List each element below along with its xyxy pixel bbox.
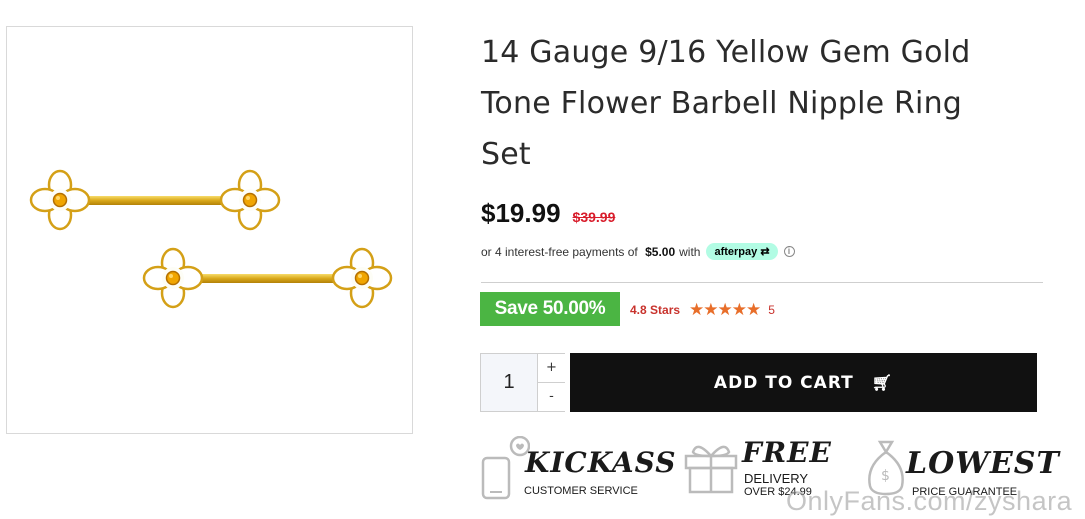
afterpay-suffix: with bbox=[679, 244, 701, 259]
review-count[interactable]: 5 bbox=[768, 303, 775, 317]
shopping-cart-icon: 🛒︎ bbox=[871, 373, 894, 392]
afterpay-prefix: or 4 interest-free payments of bbox=[481, 244, 638, 259]
rating-text: 4.8 Stars bbox=[630, 303, 681, 317]
divider bbox=[481, 282, 1043, 283]
afterpay-logo-text: afterpay bbox=[714, 246, 758, 258]
svg-text:$: $ bbox=[881, 468, 890, 484]
star-rating-icon: ★★★★★ bbox=[689, 300, 761, 319]
trust-script-lowest: LOWEST bbox=[906, 446, 1060, 481]
title-line: Tone Flower Barbell Nipple Ring bbox=[481, 86, 963, 121]
quantity-decrease-button[interactable]: - bbox=[537, 383, 565, 411]
trust-caption: DELIVERY bbox=[744, 471, 809, 486]
trust-script-kickass: KICKASS bbox=[525, 446, 677, 479]
afterpay-logo[interactable]: afterpay ⇄ bbox=[706, 243, 778, 260]
flower-end-bottom-left bbox=[142, 247, 204, 309]
quantity-stepper: 1 + - bbox=[480, 353, 565, 412]
quantity-increase-button[interactable]: + bbox=[537, 354, 565, 383]
add-to-cart-label: ADD TO CART bbox=[713, 372, 854, 393]
product-image[interactable] bbox=[6, 26, 413, 434]
rating-row[interactable]: 4.8 Stars ★★★★★ 5 bbox=[630, 300, 775, 320]
barbell-bar-bottom bbox=[189, 274, 349, 283]
afterpay-info: or 4 interest-free payments of $5.00 wit… bbox=[481, 243, 795, 260]
barbell-jewelry-image bbox=[29, 169, 393, 309]
info-circle-icon[interactable]: i bbox=[783, 246, 795, 257]
trust-badge-customer-service: KICKASS CUSTOMER SERVICE bbox=[480, 436, 675, 506]
barbell-bar-top bbox=[77, 196, 237, 205]
current-price: $19.99 bbox=[481, 198, 561, 228]
watermark: OnlyFans.com/zyshara bbox=[786, 486, 1073, 516]
product-title: 14 Gauge 9/16 Yellow Gem Gold Tone Flowe… bbox=[481, 27, 1041, 180]
quantity-input[interactable]: 1 bbox=[481, 354, 537, 411]
save-badge: Save 50.00% bbox=[480, 292, 620, 326]
phone-heart-icon bbox=[481, 436, 530, 500]
trust-caption: CUSTOMER SERVICE bbox=[524, 485, 638, 497]
flower-end-bottom-right bbox=[331, 247, 393, 309]
price-row: $19.99 $39.99 bbox=[481, 198, 615, 229]
title-line: 14 Gauge 9/16 Yellow Gem Gold bbox=[481, 35, 971, 70]
gift-box-icon bbox=[684, 445, 738, 494]
flower-end-top-left bbox=[29, 169, 91, 231]
original-price: $39.99 bbox=[572, 209, 616, 225]
title-line: Set bbox=[481, 137, 531, 172]
flower-end-top-right bbox=[219, 169, 281, 231]
afterpay-amount: $5.00 bbox=[645, 244, 676, 259]
add-to-cart-button[interactable]: ADD TO CART 🛒︎ bbox=[570, 353, 1037, 412]
trust-script-free: FREE bbox=[742, 436, 832, 469]
